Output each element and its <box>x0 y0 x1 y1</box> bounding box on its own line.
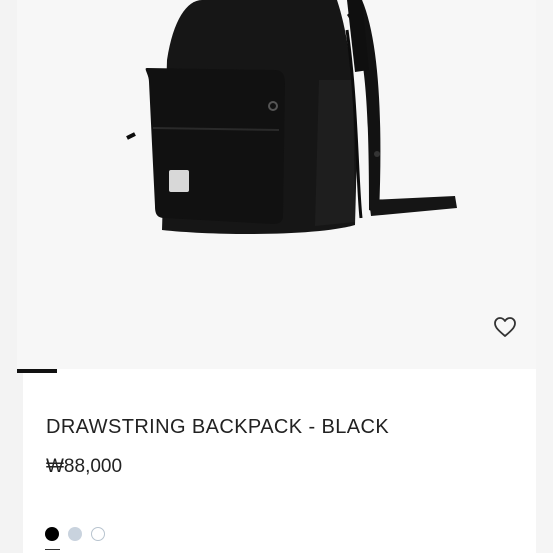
backpack-illustration <box>126 0 457 235</box>
image-carousel-progress <box>17 369 536 373</box>
swatch-light-blue-gray[interactable] <box>68 527 82 541</box>
heart-icon <box>494 317 516 337</box>
product-title: DRAWSTRING BACKPACK - BLACK <box>46 416 390 438</box>
selected-swatch-underline <box>45 549 60 550</box>
right-margin <box>536 0 553 553</box>
color-swatches <box>45 527 105 541</box>
carousel-indicator[interactable] <box>17 369 57 373</box>
product-image[interactable] <box>17 0 536 369</box>
wishlist-button[interactable] <box>493 316 521 344</box>
swatch-white[interactable] <box>91 527 105 541</box>
product-price: ₩88,000 <box>46 456 123 477</box>
swatch-black[interactable] <box>45 527 59 541</box>
